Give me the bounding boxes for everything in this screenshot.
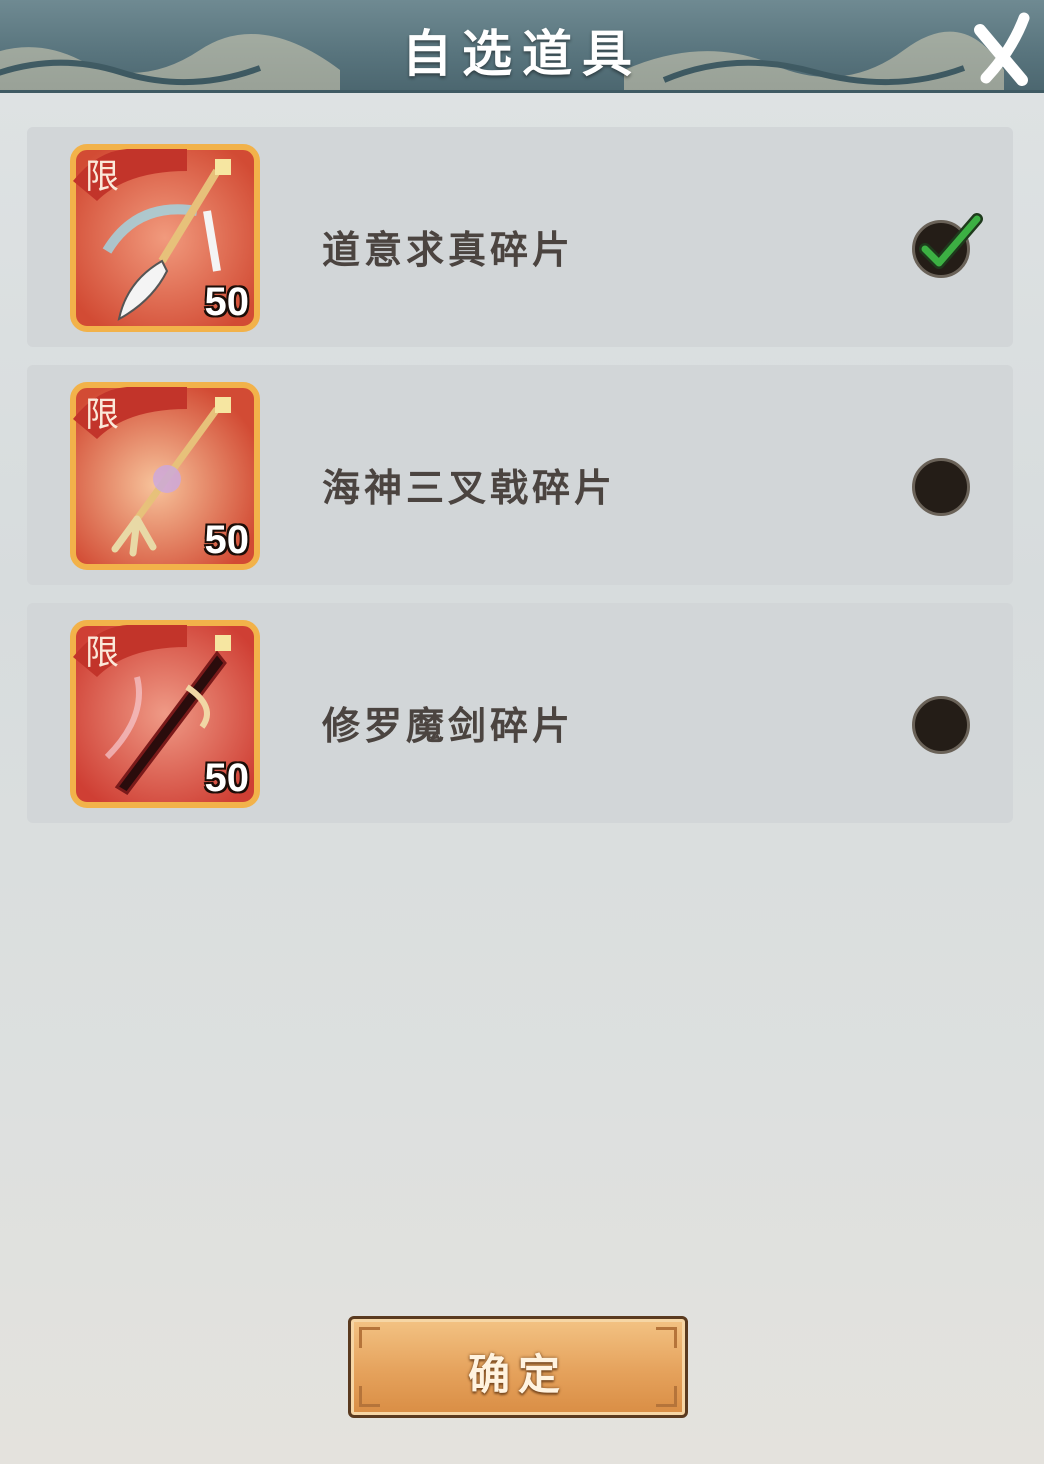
confirm-button[interactable]: 确定 [348,1316,688,1418]
checkmark-icon [919,213,983,269]
item-quantity: 50 [204,280,250,324]
list-item[interactable]: 限 50 道意求真碎片 [27,127,1013,347]
item-quantity: 50 [204,756,250,800]
close-icon[interactable] [972,10,1034,86]
list-item[interactable]: 限 50 修罗魔剑碎片 [27,603,1013,823]
confirm-label: 确定 [467,1350,568,1399]
item-name: 道意求真碎片 [322,227,575,272]
limited-tag: 限 [85,157,119,197]
item-name: 海神三叉戟碎片 [322,465,617,510]
item-list: 限 50 道意求真碎片 限 50 海神三叉戟碎片 限 50 修罗魔剑碎片 [27,127,1013,841]
limited-tag: 限 [85,633,119,673]
list-item[interactable]: 限 50 海神三叉戟碎片 [27,365,1013,585]
dialog-title: 自选道具 [402,24,642,83]
item-quantity: 50 [204,518,250,562]
item-card: 限 50 [67,617,263,811]
item-card: 限 50 [67,379,263,573]
select-radio[interactable] [912,696,970,754]
item-card: 限 50 [67,141,263,335]
limited-tag: 限 [85,395,119,435]
select-radio[interactable] [912,458,970,516]
dialog-header: 自选道具 [0,0,1044,93]
select-radio-selected[interactable] [912,213,983,278]
item-name: 修罗魔剑碎片 [322,703,575,748]
